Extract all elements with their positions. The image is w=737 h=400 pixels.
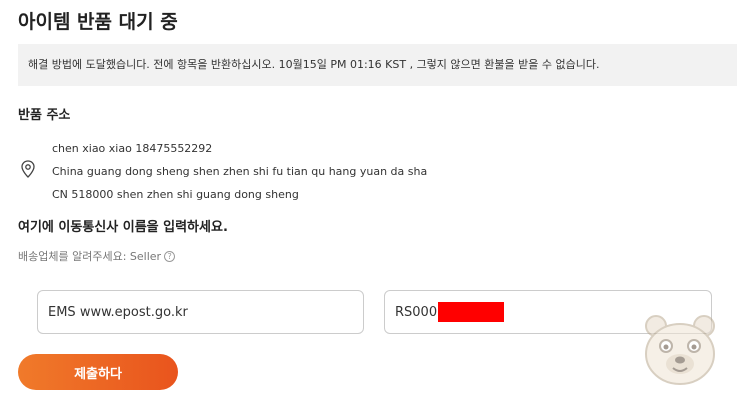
carrier-name-value: EMS www.epost.go.kr — [48, 304, 188, 320]
bear-mascot-icon — [645, 315, 715, 385]
carrier-hint-text: 배송업체를 알려주세요: Seller — [18, 250, 162, 263]
location-pin-icon — [21, 160, 35, 178]
question-circle-icon[interactable]: ? — [164, 250, 176, 262]
carrier-section-title: 여기에 이동통신사 이름을 입력하세요. — [18, 220, 228, 235]
submit-button[interactable]: 제출하다 — [18, 354, 178, 390]
redaction-block — [438, 302, 505, 322]
page-title: 아이템 반품 대기 중 — [18, 11, 178, 33]
address-line-name: chen xiao xiao 18475552292 — [52, 142, 213, 155]
return-address-title: 반품 주소 — [18, 108, 71, 123]
carrier-name-input[interactable]: EMS www.epost.go.kr — [37, 290, 364, 334]
address-line-street: China guang dong sheng shen zhen shi fu … — [52, 165, 428, 178]
deadline-notice: 해결 방법에 도달했습니다. 전에 항목을 반환하십시오. 10월15일 PM … — [18, 44, 737, 86]
tracking-number-value: RS000 — [395, 304, 438, 320]
carrier-hint: 배송업체를 알려주세요: Seller ? — [18, 248, 176, 264]
address-line-postal: CN 518000 shen zhen shi guang dong sheng — [52, 188, 299, 201]
